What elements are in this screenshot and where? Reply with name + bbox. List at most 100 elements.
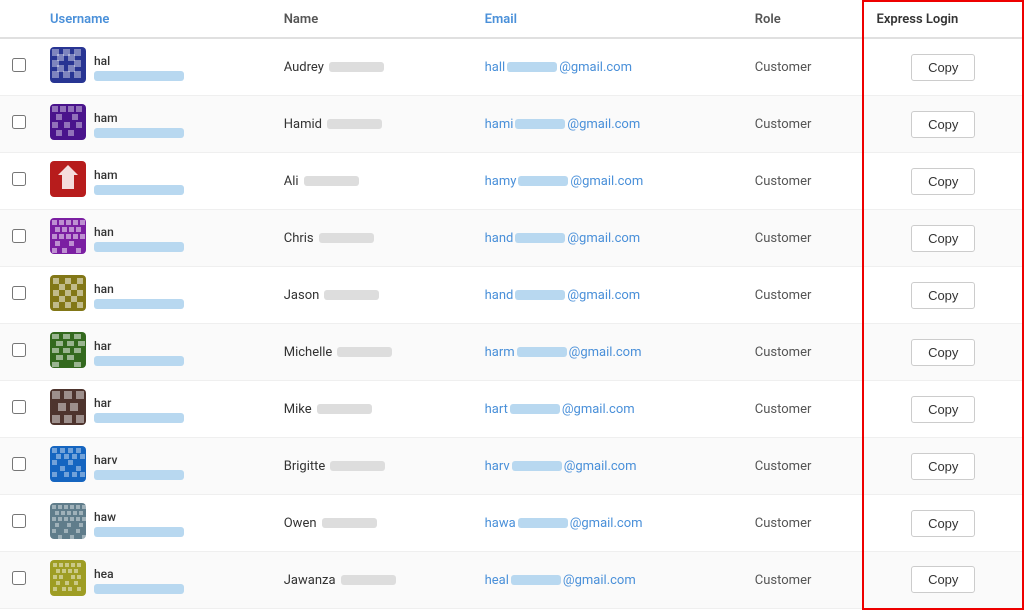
username-prefix: han — [94, 225, 184, 239]
username-redacted — [94, 299, 184, 309]
copy-button[interactable]: Copy — [911, 566, 975, 593]
row-checkbox[interactable] — [12, 286, 26, 300]
email-prefix: harm — [485, 345, 515, 360]
email-redacted — [515, 290, 565, 300]
username-prefix: ham — [94, 111, 184, 125]
row-checkbox[interactable] — [12, 58, 26, 72]
username-cell: han — [38, 267, 272, 324]
copy-button[interactable]: Copy — [911, 396, 975, 423]
avatar — [50, 389, 86, 429]
name-cell: Hamid — [272, 96, 473, 153]
row-checkbox[interactable] — [12, 514, 26, 528]
name-cell: Owen — [272, 495, 473, 552]
name-first: Mike — [284, 402, 312, 417]
email-cell: heal @gmail.com — [473, 552, 743, 609]
username-redacted — [94, 470, 184, 480]
username-prefix: hal — [94, 54, 184, 68]
email-cell: hall@gmail.com — [473, 38, 743, 96]
email-redacted — [518, 176, 568, 186]
table-row: halAudreyhall@gmail.comCustomerCopy — [0, 38, 1023, 96]
name-first: Ali — [284, 174, 299, 189]
express-login-cell: Copy — [863, 267, 1023, 324]
email-suffix: @gmail.com — [562, 402, 635, 417]
table-row: harMichelleharm@gmail.comCustomerCopy — [0, 324, 1023, 381]
express-login-cell: Copy — [863, 153, 1023, 210]
avatar — [50, 47, 86, 87]
copy-button[interactable]: Copy — [911, 168, 975, 195]
email-suffix: @gmail.com — [567, 231, 640, 246]
row-checkbox[interactable] — [12, 229, 26, 243]
express-login-cell: Copy — [863, 324, 1023, 381]
copy-button[interactable]: Copy — [911, 282, 975, 309]
express-login-cell: Copy — [863, 381, 1023, 438]
email-redacted — [512, 461, 562, 471]
col-header-checkbox — [0, 1, 38, 38]
row-checkbox[interactable] — [12, 457, 26, 471]
name-first: Michelle — [284, 345, 333, 360]
email-cell: hami@gmail.com — [473, 96, 743, 153]
username-redacted — [94, 356, 184, 366]
name-redacted — [324, 290, 379, 300]
name-redacted — [317, 404, 372, 414]
role-cell: Customer — [743, 210, 864, 267]
copy-button[interactable]: Copy — [911, 510, 975, 537]
username-cell: ham — [38, 153, 272, 210]
email-suffix: @gmail.com — [570, 516, 643, 531]
avatar — [50, 104, 86, 144]
express-login-cell: Copy — [863, 96, 1023, 153]
email-cell: harm @gmail.com — [473, 324, 743, 381]
copy-button[interactable]: Copy — [911, 111, 975, 138]
email-redacted — [517, 347, 567, 357]
username-prefix: han — [94, 282, 184, 296]
name-redacted — [322, 518, 377, 528]
table-row: hea Jawanza heal @gmail.com Customer Copy — [0, 552, 1023, 609]
copy-button[interactable]: Copy — [911, 339, 975, 366]
col-header-name: Name — [272, 1, 473, 38]
name-redacted — [341, 575, 396, 585]
role-cell: Customer — [743, 153, 864, 210]
avatar — [50, 560, 86, 600]
role-cell: Customer — [743, 495, 864, 552]
email-cell: hamy @gmail.com — [473, 153, 743, 210]
email-prefix: hamy — [485, 174, 517, 189]
email-redacted — [518, 518, 568, 528]
row-checkbox[interactable] — [12, 571, 26, 585]
name-first: Jason — [284, 288, 320, 303]
copy-button[interactable]: Copy — [911, 225, 975, 252]
row-checkbox[interactable] — [12, 400, 26, 414]
row-checkbox[interactable] — [12, 115, 26, 129]
username-redacted — [94, 242, 184, 252]
name-first: Jawanza — [284, 573, 336, 588]
copy-button[interactable]: Copy — [911, 453, 975, 480]
copy-button[interactable]: Copy — [911, 54, 975, 81]
name-redacted — [337, 347, 392, 357]
email-suffix: @gmail.com — [570, 174, 643, 189]
email-cell: hart@gmail.com — [473, 381, 743, 438]
name-cell: Ali — [272, 153, 473, 210]
username-redacted — [94, 185, 184, 195]
row-checkbox[interactable] — [12, 172, 26, 186]
username-cell: hal — [38, 38, 272, 96]
email-suffix: @gmail.com — [569, 345, 642, 360]
name-redacted — [304, 176, 359, 186]
name-first: Owen — [284, 516, 317, 531]
express-login-cell: Copy — [863, 552, 1023, 609]
email-suffix: @gmail.com — [563, 573, 636, 588]
role-cell: Customer — [743, 552, 864, 609]
username-redacted — [94, 413, 184, 423]
name-cell: Jason — [272, 267, 473, 324]
username-prefix: haw — [94, 510, 184, 524]
row-checkbox[interactable] — [12, 343, 26, 357]
name-first: Audrey — [284, 60, 324, 75]
name-first: Chris — [284, 231, 314, 246]
username-cell: har — [38, 324, 272, 381]
email-suffix: @gmail.com — [567, 117, 640, 132]
express-login-cell: Copy — [863, 38, 1023, 96]
col-header-username: Username — [38, 1, 272, 38]
username-redacted — [94, 527, 184, 537]
email-prefix: heal — [485, 573, 509, 588]
username-cell: hea — [38, 552, 272, 609]
email-cell: harv@gmail.com — [473, 438, 743, 495]
table-row: ham Ali hamy @gmail.com Customer Copy — [0, 153, 1023, 210]
avatar — [50, 218, 86, 258]
